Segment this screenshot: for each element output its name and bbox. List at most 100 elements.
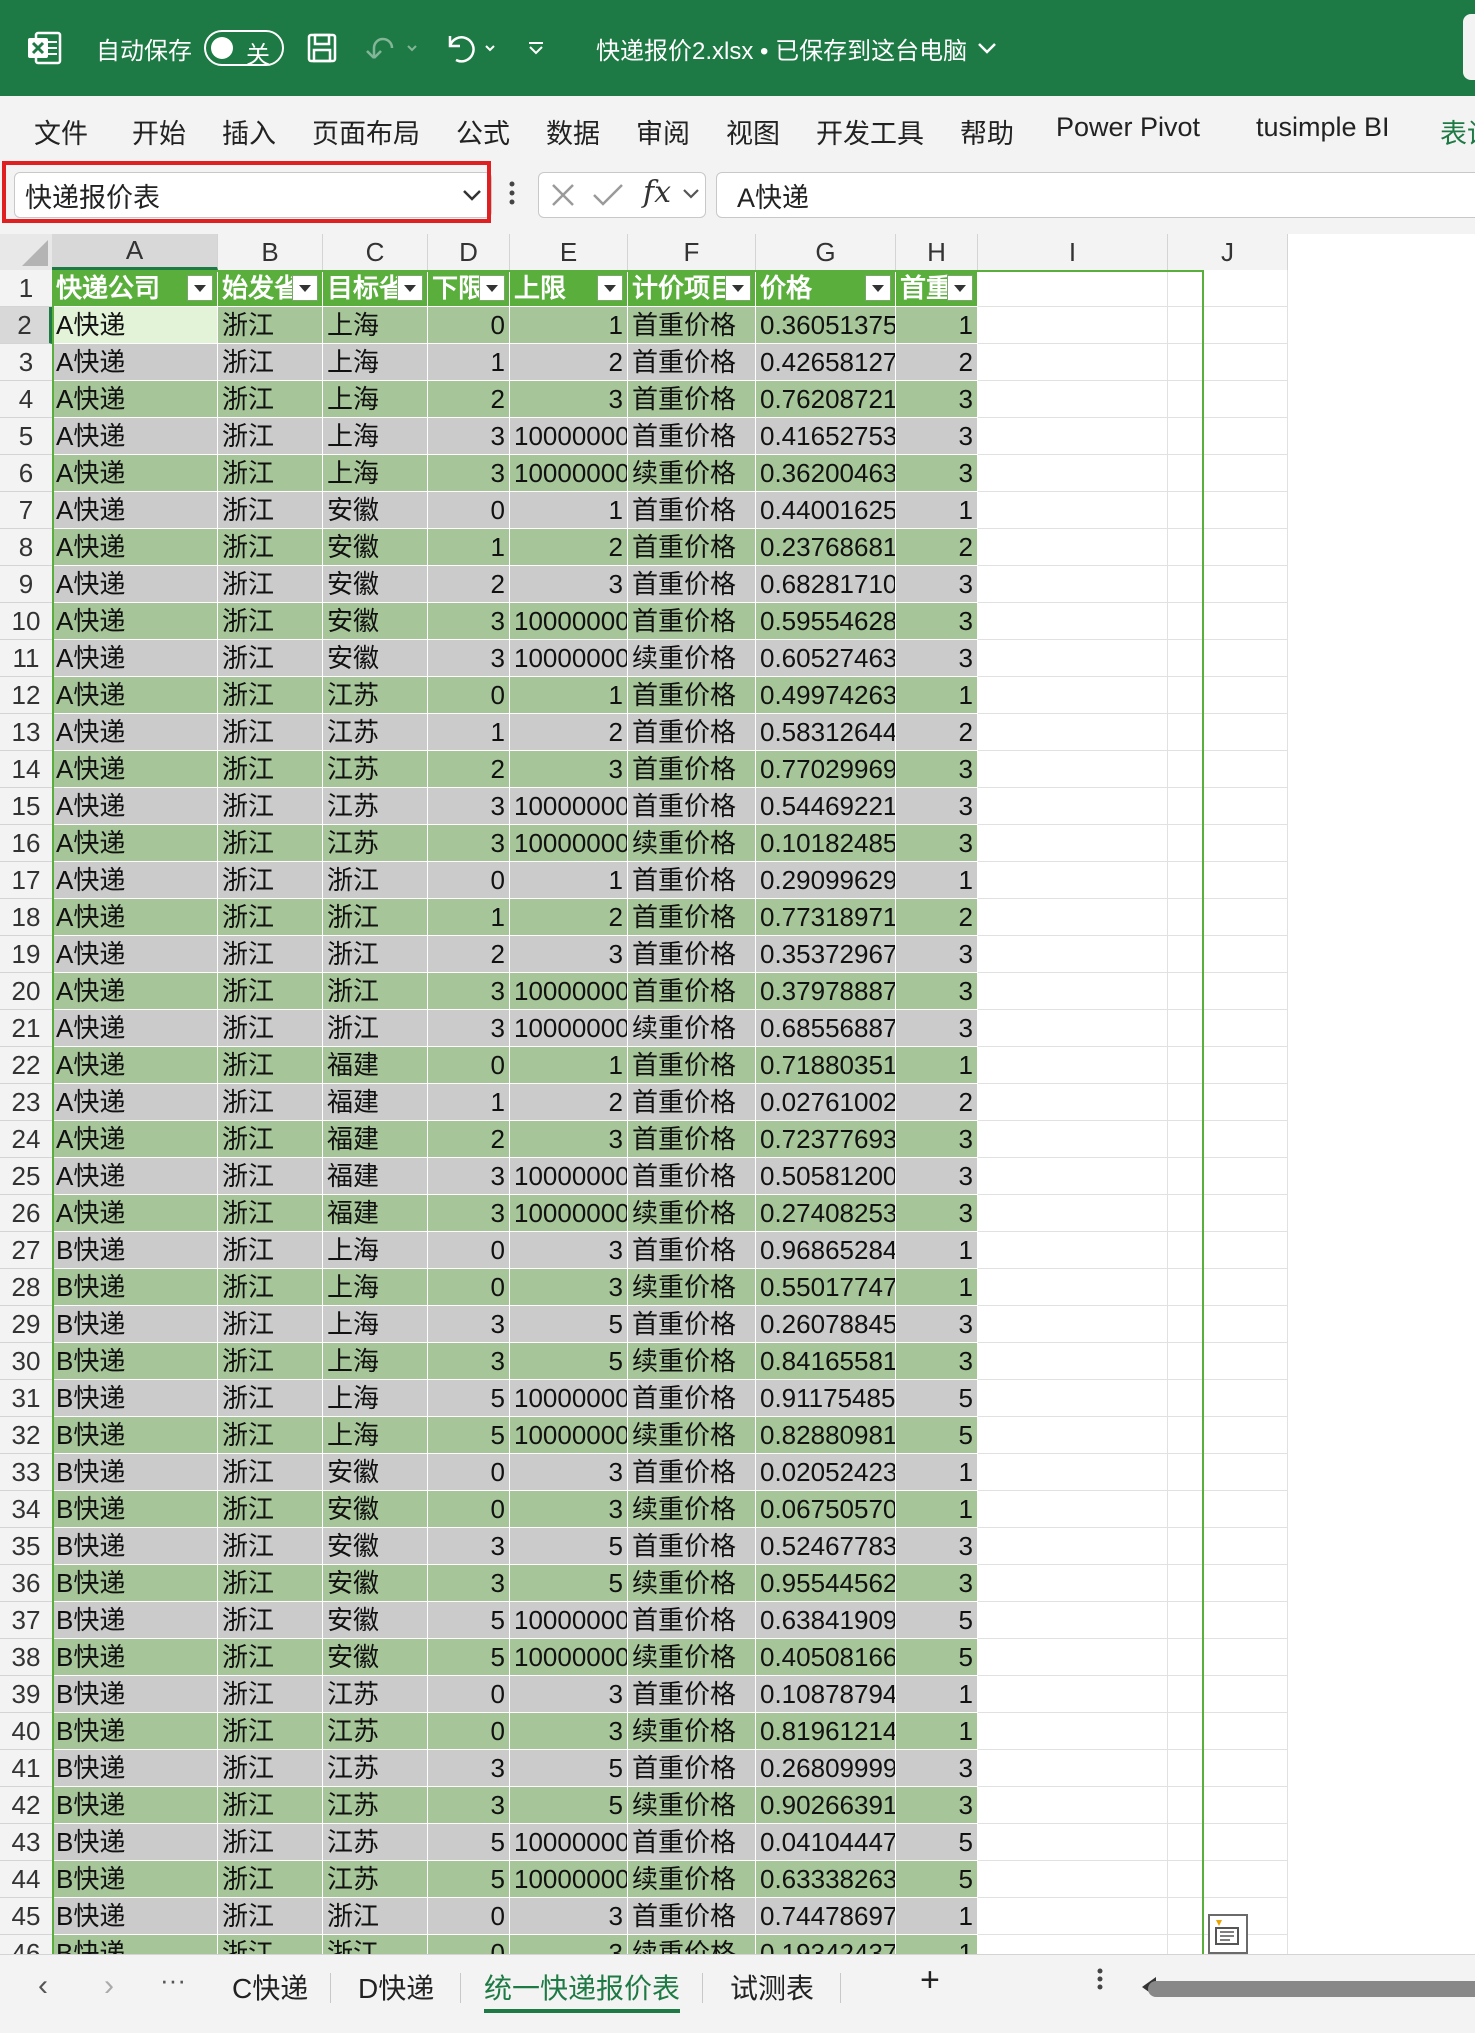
empty-cell[interactable] bbox=[978, 973, 1168, 1010]
empty-cell[interactable] bbox=[1168, 751, 1288, 788]
table-cell[interactable]: 3 bbox=[510, 1898, 628, 1935]
table-cell[interactable]: B快递 bbox=[52, 1417, 218, 1454]
table-cell[interactable]: 首重价格 bbox=[628, 1602, 756, 1639]
table-cell[interactable]: 江苏 bbox=[323, 677, 428, 714]
row-header[interactable]: 26 bbox=[0, 1195, 52, 1232]
table-header-cell[interactable]: 首重 bbox=[896, 270, 978, 307]
table-cell[interactable]: 100000000 bbox=[510, 788, 628, 825]
table-cell[interactable]: 浙江 bbox=[218, 1639, 323, 1676]
row-header[interactable]: 45 bbox=[0, 1898, 52, 1935]
table-cell[interactable]: 0 bbox=[428, 1898, 510, 1935]
column-header-f[interactable]: F bbox=[628, 234, 756, 270]
ribbon-tab-page-layout[interactable]: 页面布局 bbox=[312, 112, 420, 151]
table-cell[interactable]: 2 bbox=[428, 751, 510, 788]
table-cell[interactable]: 2 bbox=[896, 1084, 978, 1121]
table-cell[interactable]: 0.902663918 bbox=[756, 1787, 896, 1824]
row-header[interactable]: 16 bbox=[0, 825, 52, 862]
empty-cell[interactable] bbox=[1168, 788, 1288, 825]
table-cell[interactable]: 续重价格 bbox=[628, 1787, 756, 1824]
ribbon-tab-file[interactable]: 文件 bbox=[34, 112, 88, 151]
table-header-cell[interactable]: 始发省 bbox=[218, 270, 323, 307]
row-header[interactable]: 31 bbox=[0, 1380, 52, 1417]
table-cell[interactable]: 1 bbox=[510, 677, 628, 714]
table-cell[interactable]: A快递 bbox=[52, 1084, 218, 1121]
table-cell[interactable]: 首重价格 bbox=[628, 1824, 756, 1861]
table-cell[interactable]: 0 bbox=[428, 1935, 510, 1954]
chevron-down-icon[interactable] bbox=[681, 187, 701, 201]
table-cell[interactable]: 上海 bbox=[323, 1269, 428, 1306]
empty-cell[interactable] bbox=[1168, 1232, 1288, 1269]
table-cell[interactable]: 1 bbox=[896, 1491, 978, 1528]
empty-cell[interactable] bbox=[1168, 1158, 1288, 1195]
empty-cell[interactable] bbox=[978, 566, 1168, 603]
empty-cell[interactable] bbox=[978, 381, 1168, 418]
table-cell[interactable]: 1 bbox=[896, 307, 978, 344]
table-cell[interactable]: 0.762087211 bbox=[756, 381, 896, 418]
table-cell[interactable]: 1 bbox=[896, 862, 978, 899]
empty-cell[interactable] bbox=[978, 1121, 1168, 1158]
row-header[interactable]: 29 bbox=[0, 1306, 52, 1343]
row-header[interactable]: 38 bbox=[0, 1639, 52, 1676]
table-cell[interactable]: 0 bbox=[428, 677, 510, 714]
row-header[interactable]: 11 bbox=[0, 640, 52, 677]
table-cell[interactable]: B快递 bbox=[52, 1824, 218, 1861]
more-sheets-icon[interactable]: ··· bbox=[160, 1965, 186, 1996]
row-header[interactable]: 14 bbox=[0, 751, 52, 788]
table-cell[interactable]: 3 bbox=[896, 1158, 978, 1195]
table-cell[interactable]: 浙江 bbox=[218, 1084, 323, 1121]
confirm-icon[interactable] bbox=[591, 181, 625, 209]
table-cell[interactable]: 3 bbox=[428, 1787, 510, 1824]
row-header[interactable]: 35 bbox=[0, 1528, 52, 1565]
table-cell[interactable]: 1 bbox=[896, 1454, 978, 1491]
table-cell[interactable]: 3 bbox=[510, 1121, 628, 1158]
table-cell[interactable]: 浙江 bbox=[323, 1010, 428, 1047]
filter-dropdown-icon[interactable] bbox=[725, 275, 751, 301]
table-cell[interactable]: B快递 bbox=[52, 1528, 218, 1565]
table-cell[interactable]: 浙江 bbox=[218, 788, 323, 825]
empty-cell[interactable] bbox=[978, 1565, 1168, 1602]
table-cell[interactable]: 3 bbox=[896, 1195, 978, 1232]
table-header-cell[interactable]: 快递公司 bbox=[52, 270, 218, 307]
row-header[interactable]: 18 bbox=[0, 899, 52, 936]
table-cell[interactable]: 0.02761002 bbox=[756, 1084, 896, 1121]
table-cell[interactable]: 3 bbox=[428, 1306, 510, 1343]
ribbon-tab-data[interactable]: 数据 bbox=[546, 112, 600, 151]
ribbon-tab-view[interactable]: 视图 bbox=[726, 112, 780, 151]
table-cell[interactable]: 2 bbox=[510, 529, 628, 566]
table-cell[interactable]: 续重价格 bbox=[628, 1861, 756, 1898]
table-cell[interactable]: 0.77029969 bbox=[756, 751, 896, 788]
row-header[interactable]: 6 bbox=[0, 455, 52, 492]
empty-cell[interactable] bbox=[1168, 1417, 1288, 1454]
table-cell[interactable]: A快递 bbox=[52, 344, 218, 381]
empty-cell[interactable] bbox=[1168, 1491, 1288, 1528]
table-cell[interactable]: 1 bbox=[896, 1898, 978, 1935]
table-cell[interactable]: 首重价格 bbox=[628, 529, 756, 566]
empty-cell[interactable] bbox=[1168, 1824, 1288, 1861]
table-cell[interactable]: 江苏 bbox=[323, 1787, 428, 1824]
table-cell[interactable]: 续重价格 bbox=[628, 1195, 756, 1232]
table-cell[interactable]: 5 bbox=[510, 1565, 628, 1602]
empty-cell[interactable] bbox=[978, 899, 1168, 936]
empty-cell[interactable] bbox=[1168, 1676, 1288, 1713]
row-header[interactable]: 46 bbox=[0, 1935, 52, 1954]
row-header[interactable]: 17 bbox=[0, 862, 52, 899]
table-cell[interactable]: 江苏 bbox=[323, 825, 428, 862]
table-cell[interactable]: 江苏 bbox=[323, 1824, 428, 1861]
table-cell[interactable]: 3 bbox=[510, 936, 628, 973]
table-cell[interactable]: 福建 bbox=[323, 1158, 428, 1195]
empty-cell[interactable] bbox=[978, 1935, 1168, 1954]
table-cell[interactable]: 3 bbox=[896, 1565, 978, 1602]
table-cell[interactable]: 3 bbox=[510, 1713, 628, 1750]
empty-cell[interactable] bbox=[1168, 1528, 1288, 1565]
table-cell[interactable]: 浙江 bbox=[218, 307, 323, 344]
table-cell[interactable]: 首重价格 bbox=[628, 899, 756, 936]
ribbon-tab-help[interactable]: 帮助 bbox=[960, 112, 1014, 151]
table-cell[interactable]: 0.682817102 bbox=[756, 566, 896, 603]
table-cell[interactable]: 2 bbox=[428, 566, 510, 603]
table-cell[interactable]: 1 bbox=[896, 1232, 978, 1269]
sheet-tab-active[interactable]: 统一快递报价表 bbox=[484, 1967, 680, 2007]
table-cell[interactable]: 5 bbox=[510, 1306, 628, 1343]
table-cell[interactable]: 1 bbox=[896, 677, 978, 714]
table-cell[interactable]: 浙江 bbox=[323, 1935, 428, 1954]
row-header[interactable]: 4 bbox=[0, 381, 52, 418]
